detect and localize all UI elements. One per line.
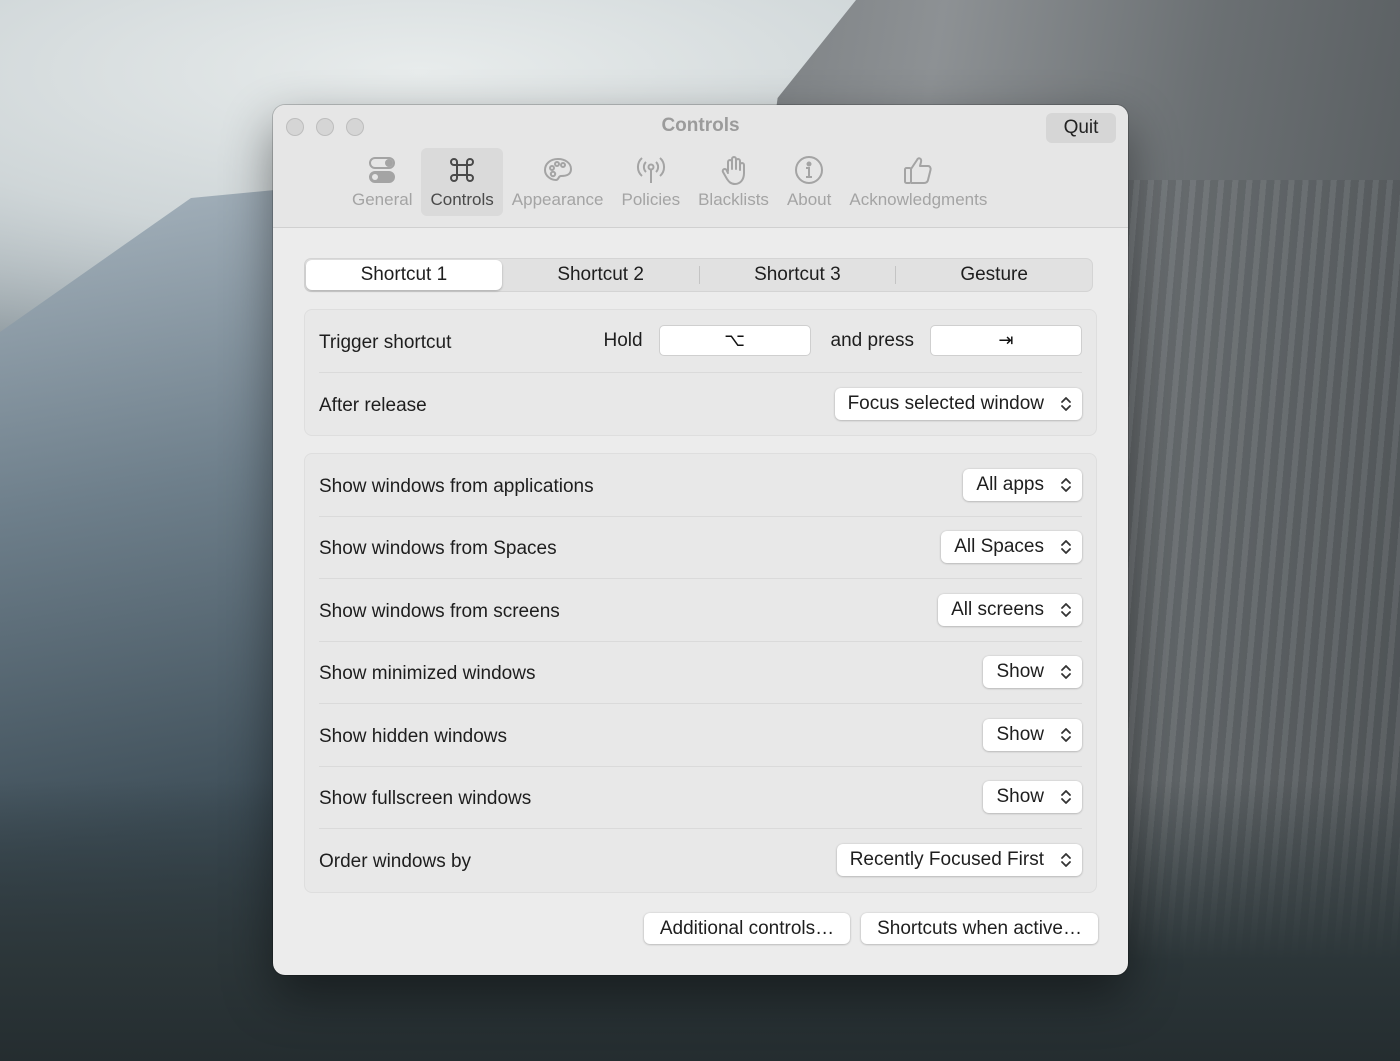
preferences-toolbar: General Controls Appearance Policies Bla… (343, 148, 996, 216)
window-title: Controls (661, 115, 740, 136)
trigger-settings-group: Trigger shortcut Hold ⌥ and press ⇥ Afte… (304, 309, 1097, 436)
segment-shortcut-1[interactable]: Shortcut 1 (306, 260, 502, 290)
controls-pane: Shortcut 1 Shortcut 2 Shortcut 3 Gesture… (304, 258, 1097, 893)
after-release-select[interactable]: Focus selected window (834, 387, 1082, 420)
chevron-up-down-icon (1061, 602, 1071, 617)
toolbar-item-label: Policies (621, 190, 681, 209)
press-key-field[interactable]: ⇥ (930, 325, 1082, 357)
hidden-label: Show hidden windows (319, 725, 508, 747)
toolbar-item-blacklists[interactable]: Blacklists (689, 148, 778, 216)
minimized-row: Show minimized windows Show (319, 642, 1082, 704)
chevron-up-down-icon (1061, 396, 1071, 411)
chevron-up-down-icon (1061, 477, 1071, 492)
select-value: All Spaces (954, 536, 1044, 558)
antenna-icon (636, 157, 665, 183)
order-select[interactable]: Recently Focused First (836, 844, 1082, 877)
segment-gesture[interactable]: Gesture (896, 259, 1092, 291)
chevron-up-down-icon (1061, 790, 1071, 805)
select-value: All apps (976, 473, 1044, 495)
toolbar-item-general[interactable]: General (343, 148, 421, 216)
segment-shortcut-2[interactable]: Shortcut 2 (503, 259, 699, 291)
screens-row: Show windows from screens All screens (319, 579, 1082, 642)
footer-buttons: Additional controls… Shortcuts when acti… (643, 913, 1098, 944)
toolbar-item-about[interactable]: About (778, 148, 840, 216)
toolbar-item-label: General (352, 190, 413, 209)
window-filter-group: Show windows from applications All apps … (304, 453, 1097, 893)
after-release-row: After release Focus selected window (319, 373, 1082, 436)
spaces-row: Show windows from Spaces All Spaces (319, 517, 1082, 579)
command-icon (450, 158, 475, 182)
quit-button[interactable]: Quit (1046, 113, 1116, 143)
select-value: Recently Focused First (849, 849, 1044, 871)
applications-select[interactable]: All apps (963, 468, 1082, 501)
hold-key-field[interactable]: ⌥ (658, 325, 811, 357)
and-press-label: and press (830, 329, 914, 351)
toolbar-item-label: Appearance (511, 190, 604, 209)
hold-label: Hold (603, 329, 643, 351)
toolbar-item-appearance[interactable]: Appearance (503, 148, 613, 216)
fullscreen-select[interactable]: Show (983, 781, 1082, 814)
minimized-label: Show minimized windows (319, 663, 536, 685)
toolbar-item-label: Blacklists (698, 190, 769, 209)
applications-row: Show windows from applications All apps (319, 454, 1082, 517)
select-value: All screens (951, 598, 1044, 620)
hand-icon (721, 156, 745, 186)
screens-select[interactable]: All screens (938, 593, 1082, 626)
chevron-up-down-icon (1061, 665, 1071, 680)
order-label: Order windows by (319, 851, 472, 873)
minimized-select[interactable]: Show (983, 656, 1082, 689)
additional-controls-button[interactable]: Additional controls… (643, 913, 851, 944)
toolbar-item-acknowledgments[interactable]: Acknowledgments (840, 148, 996, 216)
preferences-window: Controls Quit General Controls Appearanc… (273, 105, 1128, 975)
trigger-shortcut-row: Trigger shortcut Hold ⌥ and press ⇥ (319, 310, 1082, 373)
title-bar: Controls Quit General Controls Appearanc… (273, 105, 1128, 228)
select-value: Show (996, 661, 1044, 683)
info-icon (795, 156, 824, 184)
toggle-icon (369, 157, 396, 183)
spaces-label: Show windows from Spaces (319, 538, 557, 560)
order-row: Order windows by Recently Focused First (319, 829, 1082, 892)
palette-icon (543, 157, 572, 182)
segment-shortcut-3[interactable]: Shortcut 3 (700, 259, 896, 291)
select-value: Show (996, 786, 1044, 808)
chevron-up-down-icon (1061, 853, 1071, 868)
fullscreen-label: Show fullscreen windows (319, 788, 532, 810)
select-value: Focus selected window (847, 392, 1044, 414)
shortcuts-when-active-button[interactable]: Shortcuts when active… (861, 913, 1098, 944)
chevron-up-down-icon (1061, 727, 1071, 742)
after-release-label: After release (319, 394, 427, 416)
toolbar-item-label: About (786, 190, 832, 209)
toolbar-item-policies[interactable]: Policies (612, 148, 689, 216)
select-value: Show (996, 723, 1044, 745)
chevron-up-down-icon (1061, 540, 1071, 555)
hidden-select[interactable]: Show (983, 718, 1082, 751)
toolbar-item-label: Acknowledgments (849, 190, 988, 209)
spaces-select[interactable]: All Spaces (941, 531, 1082, 564)
screens-label: Show windows from screens (319, 600, 560, 622)
shortcut-segmented-control: Shortcut 1 Shortcut 2 Shortcut 3 Gesture (304, 258, 1093, 292)
toolbar-item-controls[interactable]: Controls (421, 148, 503, 216)
hidden-row: Show hidden windows Show (319, 704, 1082, 767)
toolbar-item-label: Controls (430, 190, 494, 209)
applications-label: Show windows from applications (319, 475, 594, 497)
trigger-shortcut-label: Trigger shortcut (319, 331, 452, 353)
thumbs-up-icon (904, 157, 932, 184)
fullscreen-row: Show fullscreen windows Show (319, 767, 1082, 829)
